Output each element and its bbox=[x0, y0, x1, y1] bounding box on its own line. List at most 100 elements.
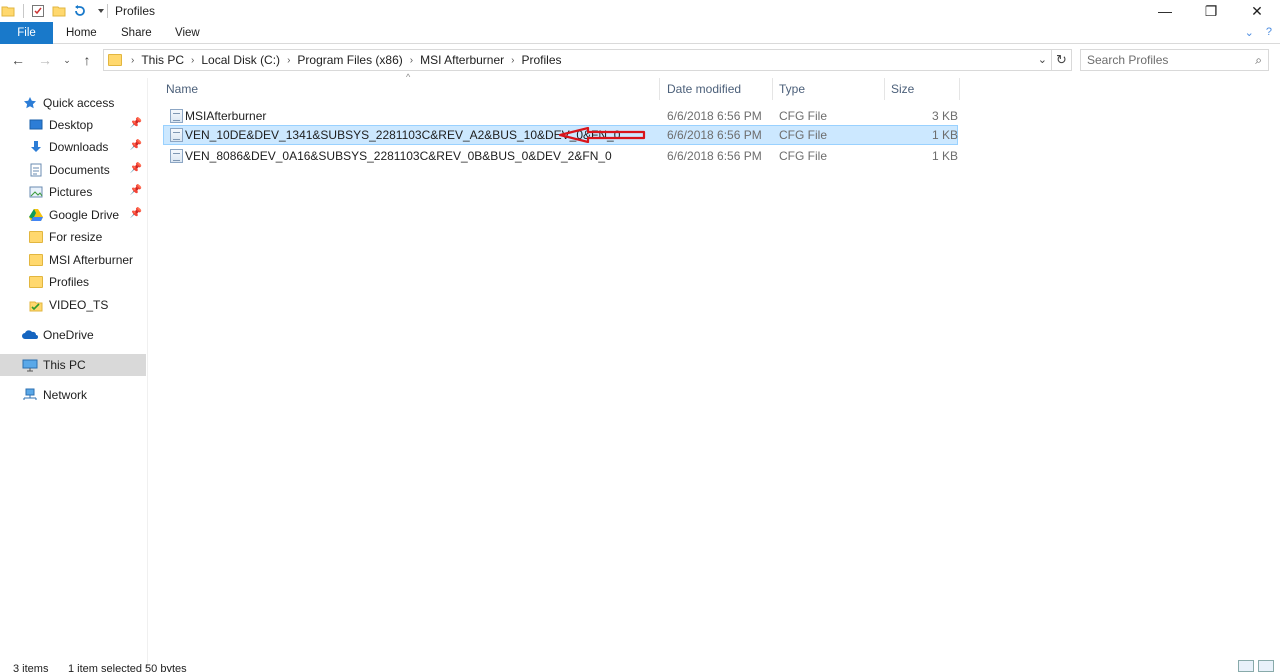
undo-icon[interactable] bbox=[72, 3, 88, 19]
details-view-icon[interactable] bbox=[1238, 660, 1254, 672]
red-arrow-annotation-icon bbox=[558, 127, 646, 143]
chevron-right-icon[interactable]: › bbox=[407, 55, 416, 66]
forward-arrow-icon[interactable]: → bbox=[36, 51, 54, 69]
config-file-icon bbox=[170, 149, 183, 163]
address-bar[interactable]: › This PC › Local Disk (C:) › Program Fi… bbox=[103, 49, 1072, 71]
nav-item-label: Documents bbox=[49, 163, 110, 177]
status-selection: 1 item selected 50 bytes bbox=[68, 663, 187, 672]
folder-icon bbox=[108, 54, 122, 66]
breadcrumb-program-files[interactable]: Program Files (x86) bbox=[293, 53, 406, 67]
column-header-name[interactable]: Name bbox=[160, 78, 660, 100]
file-row[interactable]: VEN_8086&DEV_0A16&SUBSYS_2281103C&REV_0B… bbox=[163, 146, 958, 166]
nav-item-label: Profiles bbox=[49, 275, 90, 289]
breadcrumb-this-pc[interactable]: This PC bbox=[137, 53, 188, 67]
nav-item-label: Network bbox=[43, 388, 88, 402]
nav-item-label: VIDEO_TS bbox=[49, 298, 109, 312]
file-date: 6/6/2018 6:56 PM bbox=[667, 149, 762, 163]
breadcrumb-profiles[interactable]: Profiles bbox=[518, 53, 566, 67]
nav-item-msi-afterburner[interactable]: MSI Afterburner bbox=[0, 249, 146, 271]
nav-item-onedrive[interactable]: OneDrive bbox=[0, 324, 146, 346]
folder-icon bbox=[0, 3, 16, 19]
nav-item-profiles[interactable]: Profiles bbox=[0, 271, 146, 293]
file-size: 3 KB bbox=[932, 109, 959, 123]
folder-icon bbox=[28, 252, 44, 268]
config-file-icon bbox=[170, 128, 183, 142]
nav-item-label: For resize bbox=[49, 230, 103, 244]
file-date: 6/6/2018 6:56 PM bbox=[667, 109, 762, 123]
file-name: VEN_10DE&DEV_1341&SUBSYS_2281103C&REV_A2… bbox=[185, 128, 621, 142]
nav-item-label: Desktop bbox=[49, 118, 94, 132]
google-drive-icon bbox=[28, 207, 44, 223]
large-icons-view-icon[interactable] bbox=[1258, 660, 1274, 672]
back-arrow-icon[interactable]: ← bbox=[9, 51, 27, 69]
pin-icon[interactable]: 📌 bbox=[130, 208, 142, 219]
file-date: 6/6/2018 6:56 PM bbox=[667, 128, 762, 142]
nav-item-for-resize[interactable]: For resize bbox=[0, 226, 146, 248]
chevron-right-icon[interactable]: › bbox=[188, 55, 197, 66]
navigation-pane: Quick access Desktop 📌 Downloads 📌 Docum… bbox=[0, 78, 148, 672]
breadcrumb: › This PC › Local Disk (C:) › Program Fi… bbox=[128, 53, 566, 67]
window-title: Profiles bbox=[115, 4, 156, 18]
documents-icon bbox=[28, 162, 44, 178]
nav-item-video-ts[interactable]: VIDEO_TS bbox=[0, 294, 146, 316]
file-size: 1 KB bbox=[932, 128, 959, 142]
window-controls: — ❐ ✕ bbox=[1142, 0, 1280, 22]
ribbon-controls: ⌄ ? bbox=[1245, 26, 1272, 39]
column-header-date-modified[interactable]: Date modified bbox=[661, 78, 773, 100]
ribbon-tabs: File Home Share View ⌄ ? bbox=[0, 22, 1280, 44]
column-header-type[interactable]: Type bbox=[773, 78, 885, 100]
restore-button[interactable]: ❐ bbox=[1188, 0, 1234, 22]
tab-share[interactable]: Share bbox=[121, 22, 152, 44]
new-folder-icon[interactable] bbox=[51, 3, 67, 19]
file-type: CFG File bbox=[779, 149, 827, 163]
navigation-bar: ← → ⌄ ↑ › This PC › Local Disk (C:) › Pr… bbox=[0, 47, 1280, 73]
tab-home[interactable]: Home bbox=[66, 22, 97, 44]
nav-item-label: Quick access bbox=[43, 96, 115, 110]
nav-item-downloads[interactable]: Downloads 📌 bbox=[0, 136, 146, 158]
pin-icon[interactable]: 📌 bbox=[130, 185, 142, 196]
folder-icon bbox=[28, 274, 44, 290]
nav-item-network[interactable]: Network bbox=[0, 384, 146, 406]
nav-item-label: Pictures bbox=[49, 185, 93, 199]
pin-icon[interactable]: 📌 bbox=[130, 118, 142, 129]
nav-item-label: Google Drive bbox=[49, 208, 120, 222]
file-row[interactable]: MSIAfterburner 6/6/2018 6:56 PM CFG File… bbox=[163, 106, 958, 126]
breadcrumb-msi-afterburner[interactable]: MSI Afterburner bbox=[416, 53, 508, 67]
properties-icon[interactable] bbox=[30, 3, 46, 19]
nav-item-this-pc[interactable]: This PC bbox=[0, 354, 146, 376]
recent-locations-chevron-icon[interactable]: ⌄ bbox=[58, 51, 76, 69]
chevron-right-icon[interactable]: › bbox=[508, 55, 517, 66]
up-arrow-icon[interactable]: ↑ bbox=[78, 51, 96, 69]
network-icon bbox=[22, 387, 38, 403]
help-icon[interactable]: ? bbox=[1266, 26, 1272, 39]
nav-item-label: This PC bbox=[43, 358, 86, 372]
file-type: CFG File bbox=[779, 128, 827, 142]
pin-icon[interactable]: 📌 bbox=[130, 163, 142, 174]
chevron-down-icon[interactable]: ⌄ bbox=[1038, 53, 1047, 66]
close-button[interactable]: ✕ bbox=[1234, 0, 1280, 22]
minimize-button[interactable]: — bbox=[1142, 0, 1188, 22]
tab-file[interactable]: File bbox=[0, 22, 53, 44]
desktop-icon bbox=[28, 117, 44, 133]
column-header-size[interactable]: Size bbox=[885, 78, 960, 100]
expand-ribbon-icon[interactable]: ⌄ bbox=[1245, 26, 1254, 39]
nav-item-quick-access[interactable]: Quick access bbox=[0, 92, 146, 114]
onedrive-icon bbox=[22, 327, 38, 343]
folder-check-icon bbox=[28, 297, 44, 313]
nav-item-pictures[interactable]: Pictures 📌 bbox=[0, 181, 146, 203]
pin-icon[interactable]: 📌 bbox=[130, 140, 142, 151]
nav-item-documents[interactable]: Documents 📌 bbox=[0, 159, 146, 181]
search-placeholder: Search Profiles bbox=[1087, 53, 1169, 67]
refresh-icon[interactable]: ↻ bbox=[1051, 50, 1071, 70]
chevron-right-icon[interactable]: › bbox=[128, 55, 137, 66]
nav-item-google-drive[interactable]: Google Drive 📌 bbox=[0, 204, 146, 226]
tab-view[interactable]: View bbox=[175, 22, 200, 44]
view-toggle bbox=[1238, 660, 1274, 672]
nav-item-desktop[interactable]: Desktop 📌 bbox=[0, 114, 146, 136]
nav-item-label: Downloads bbox=[49, 140, 109, 154]
search-input[interactable]: Search Profiles ⌕ bbox=[1080, 49, 1269, 71]
breadcrumb-local-disk[interactable]: Local Disk (C:) bbox=[197, 53, 284, 67]
file-name: MSIAfterburner bbox=[185, 109, 267, 123]
title-bar: Profiles — ❐ ✕ bbox=[0, 0, 1280, 22]
chevron-right-icon[interactable]: › bbox=[284, 55, 293, 66]
